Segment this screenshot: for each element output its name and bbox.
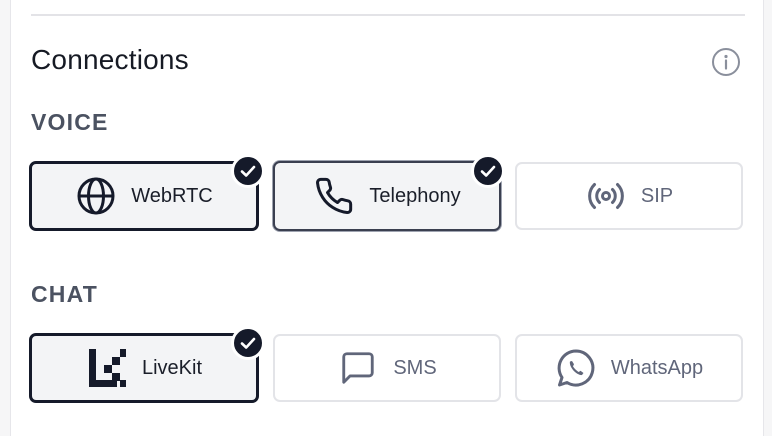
check-badge-icon (231, 326, 265, 360)
option-webrtc[interactable]: WebRTC (29, 161, 259, 231)
chat-section-label: CHAT (31, 281, 98, 307)
option-whatsapp[interactable]: WhatsApp (515, 334, 743, 402)
divider (31, 14, 745, 16)
globe-icon (75, 175, 117, 217)
option-label: LiveKit (141, 356, 203, 379)
whatsapp-icon (555, 347, 597, 389)
option-label: SMS (393, 356, 437, 379)
option-label: Telephony (369, 184, 461, 207)
info-circle-icon[interactable] (711, 47, 741, 77)
option-label: WebRTC (131, 184, 213, 207)
voice-section-label: VOICE (31, 109, 109, 135)
check-badge-icon (471, 154, 505, 188)
message-square-icon (337, 347, 379, 389)
option-label: WhatsApp (610, 356, 704, 379)
phone-icon (313, 175, 355, 217)
livekit-logo-icon (86, 347, 128, 389)
broadcast-icon (585, 175, 627, 217)
option-sip[interactable]: SIP (515, 162, 743, 230)
option-sms[interactable]: SMS (273, 334, 501, 402)
connections-panel: Connections VOICE WebRTC Telephony SIP C… (10, 0, 764, 436)
option-label: SIP (640, 184, 674, 207)
option-livekit[interactable]: LiveKit (29, 333, 259, 403)
check-badge-icon (231, 154, 265, 188)
section-title: Connections (31, 44, 189, 75)
option-telephony[interactable]: Telephony (273, 161, 501, 231)
